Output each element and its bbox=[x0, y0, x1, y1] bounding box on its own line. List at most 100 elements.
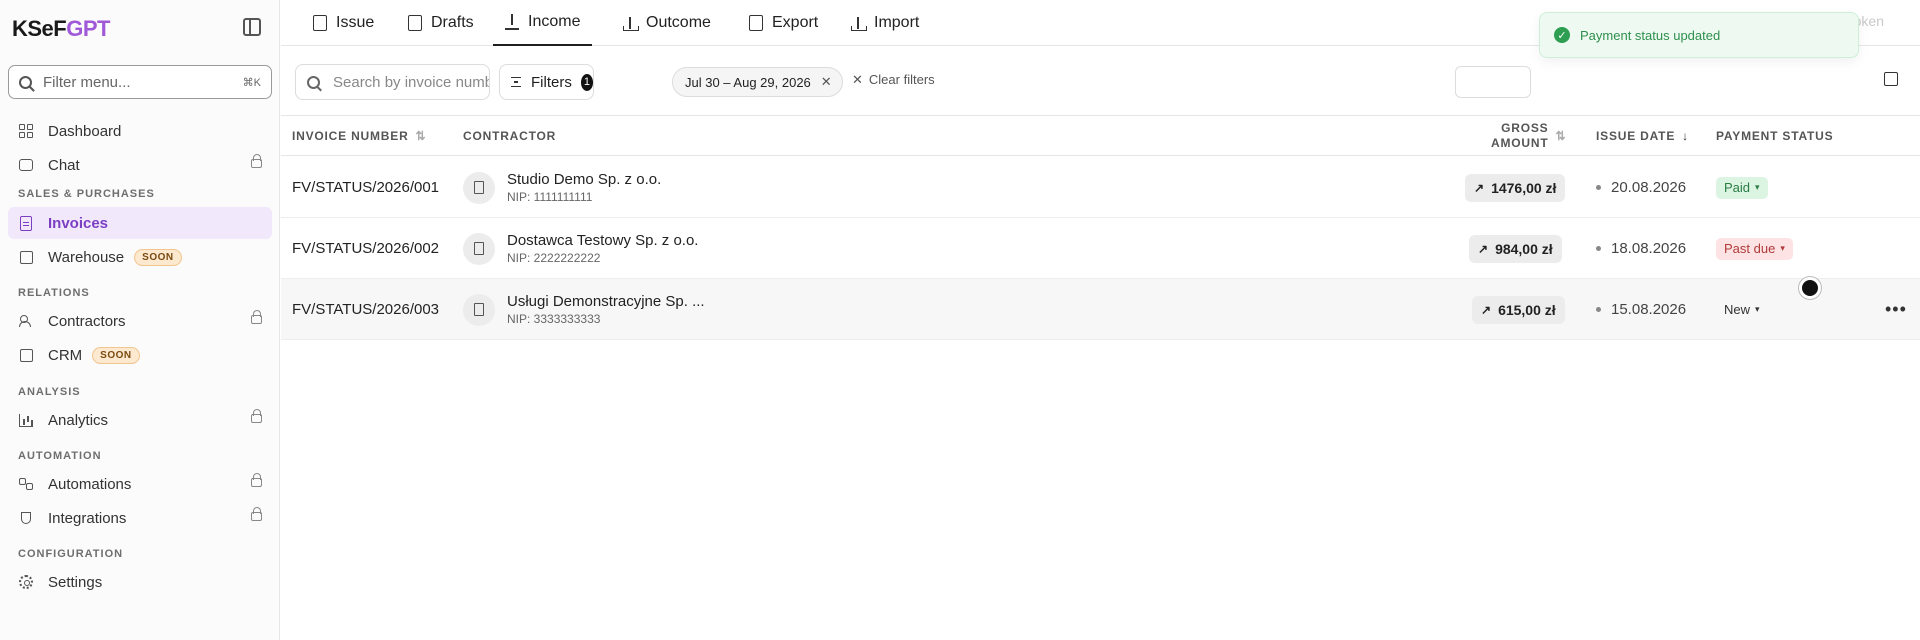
filters-count-badge: 1 bbox=[580, 73, 593, 91]
tab-import[interactable]: Import bbox=[851, 0, 919, 46]
crm-icon bbox=[18, 347, 34, 363]
status-badge[interactable]: Past due ▾ bbox=[1716, 237, 1793, 260]
header-label: AMOUNT bbox=[1491, 136, 1549, 150]
trending-up-icon: ↗ bbox=[1478, 241, 1489, 256]
sidebar-item-invoices[interactable]: Invoices bbox=[8, 207, 272, 239]
payment-status-cell: Paid ▾ bbox=[1716, 157, 1768, 218]
building-icon bbox=[463, 232, 495, 265]
sidebar: KSeFGPT Filter menu... ⌘K Dashboard Chat… bbox=[0, 0, 280, 640]
layout-icon[interactable] bbox=[1884, 72, 1898, 86]
section-label-automation: AUTOMATION bbox=[18, 450, 102, 462]
tab-income[interactable]: Income bbox=[493, 0, 593, 46]
date-dot-icon bbox=[1596, 307, 1601, 312]
clear-filters-label: Clear filters bbox=[868, 72, 935, 87]
status-label: Paid bbox=[1724, 180, 1751, 195]
building-icon bbox=[463, 293, 495, 326]
tab-drafts[interactable]: Drafts bbox=[408, 0, 474, 46]
section-label-analysis: ANALYSIS bbox=[18, 386, 81, 398]
main-content: Issue Drafts Income Outcome Export Impor… bbox=[281, 0, 1920, 640]
header-issue-date[interactable]: ISSUE DATE ↓ bbox=[1596, 116, 1689, 156]
building-icon bbox=[463, 171, 495, 204]
issue-date: 18.08.2026 bbox=[1611, 240, 1687, 257]
filter-menu-input[interactable]: Filter menu... ⌘K bbox=[8, 65, 272, 99]
table-row[interactable]: FV/STATUS/2026/003 Usługi Demonstracyjne… bbox=[281, 279, 1920, 340]
table-header: INVOICE NUMBER ⇅ CONTRACTOR GROSS AMOUNT … bbox=[281, 116, 1920, 156]
sidebar-item-warehouse[interactable]: Warehouse SOON bbox=[8, 241, 272, 273]
sidebar-item-integrations[interactable]: Integrations bbox=[8, 502, 272, 534]
header-invoice-number[interactable]: INVOICE NUMBER ⇅ bbox=[292, 116, 426, 156]
invoice-number[interactable]: FV/STATUS/2026/002 bbox=[292, 218, 439, 279]
automation-icon bbox=[18, 476, 34, 492]
sort-icon: ⇅ bbox=[1555, 129, 1567, 143]
invoice-number[interactable]: FV/STATUS/2026/003 bbox=[292, 279, 439, 340]
sidebar-item-analytics[interactable]: Analytics bbox=[8, 404, 272, 436]
invoice-search-input[interactable]: Search by invoice number... bbox=[295, 64, 490, 100]
gross-amount: 984,00 zł bbox=[1495, 240, 1553, 257]
contractor-cell: Usługi Demonstracyjne Sp. ... NIP: 33333… bbox=[463, 279, 705, 340]
lock-icon bbox=[251, 310, 262, 324]
more-actions-icon[interactable]: ••• bbox=[1885, 279, 1907, 340]
gear-icon bbox=[18, 574, 34, 590]
filter-icon bbox=[511, 77, 521, 87]
issue-date: 15.08.2026 bbox=[1611, 301, 1687, 318]
sidebar-item-label: Contractors bbox=[48, 312, 126, 330]
tab-export[interactable]: Export bbox=[749, 0, 818, 46]
search-icon bbox=[19, 75, 32, 89]
box-icon bbox=[18, 249, 34, 265]
contractor-nip: NIP: 2222222222 bbox=[507, 251, 601, 265]
sidebar-item-automations[interactable]: Automations bbox=[8, 468, 272, 500]
tab-issue[interactable]: Issue bbox=[313, 0, 374, 46]
cursor-indicator bbox=[1799, 277, 1821, 299]
sidebar-item-contractors[interactable]: Contractors bbox=[8, 305, 272, 337]
header-label: ISSUE DATE bbox=[1596, 129, 1676, 143]
amount-cell: ↗ 1476,00 zł bbox=[1465, 157, 1566, 218]
trending-up-icon: ↗ bbox=[1481, 302, 1492, 317]
sidebar-collapse-icon[interactable] bbox=[243, 18, 261, 36]
issue-date-cell: 18.08.2026 bbox=[1596, 218, 1686, 279]
date-dot-icon bbox=[1596, 185, 1601, 190]
tab-label: Import bbox=[874, 14, 920, 31]
sidebar-item-label: Analytics bbox=[48, 411, 109, 429]
file-plus-icon bbox=[313, 15, 327, 31]
check-icon: ✓ bbox=[1554, 27, 1570, 43]
sidebar-item-settings[interactable]: Settings bbox=[8, 566, 272, 598]
users-icon bbox=[18, 313, 34, 329]
header-label: INVOICE NUMBER bbox=[292, 129, 409, 143]
filters-button[interactable]: Filters 1 bbox=[499, 64, 594, 100]
chevron-down-icon: ▾ bbox=[1780, 243, 1785, 253]
filter-menu-placeholder: Filter menu... bbox=[43, 73, 131, 91]
table-row[interactable]: FV/STATUS/2026/001 Studio Demo Sp. z o.o… bbox=[281, 157, 1920, 218]
amount-pill: ↗ 984,00 zł bbox=[1469, 234, 1562, 263]
date-range-chip[interactable]: Jul 30 – Aug 29, 2026 ✕ bbox=[672, 67, 843, 97]
remove-chip-icon[interactable]: ✕ bbox=[821, 74, 832, 90]
sidebar-item-label: Chat bbox=[48, 156, 80, 174]
contractor-nip: NIP: 1111111111 bbox=[507, 190, 593, 204]
issue-date: 20.08.2026 bbox=[1611, 179, 1687, 196]
download-icon bbox=[505, 14, 519, 30]
header-gross-amount[interactable]: GROSS AMOUNT ⇅ bbox=[1491, 116, 1566, 156]
status-badge[interactable]: New ▾ bbox=[1716, 299, 1768, 321]
status-badge[interactable]: Paid ▾ bbox=[1716, 176, 1768, 199]
invoice-number[interactable]: FV/STATUS/2026/001 bbox=[292, 157, 439, 218]
chat-icon bbox=[18, 157, 34, 173]
sidebar-item-dashboard[interactable]: Dashboard bbox=[8, 115, 272, 147]
dashboard-icon bbox=[18, 123, 34, 139]
date-dot-icon bbox=[1596, 246, 1601, 251]
lock-icon bbox=[251, 507, 262, 521]
success-toast[interactable]: ✓ Payment status updated bbox=[1539, 12, 1859, 58]
header-label: PAYMENT STATUS bbox=[1716, 129, 1834, 143]
invoice-icon bbox=[18, 215, 34, 231]
gross-amount: 1476,00 zł bbox=[1491, 179, 1557, 196]
contractor-name: Dostawca Testowy Sp. z o.o. bbox=[507, 232, 699, 249]
chart-icon bbox=[18, 412, 34, 428]
table-row[interactable]: FV/STATUS/2026/002 Dostawca Testowy Sp. … bbox=[281, 218, 1920, 279]
toast-message: Payment status updated bbox=[1580, 27, 1721, 43]
toolbar-action-button[interactable] bbox=[1455, 66, 1531, 98]
tab-outcome[interactable]: Outcome bbox=[623, 0, 711, 46]
section-label-relations: RELATIONS bbox=[18, 287, 90, 299]
app-logo[interactable]: KSeFGPT bbox=[12, 16, 110, 42]
clear-filters-link[interactable]: ✕ Clear filters bbox=[852, 72, 935, 88]
sidebar-item-chat[interactable]: Chat bbox=[8, 149, 272, 181]
header-label: GROSS bbox=[1501, 121, 1549, 135]
sidebar-item-crm[interactable]: CRM SOON bbox=[8, 339, 272, 371]
